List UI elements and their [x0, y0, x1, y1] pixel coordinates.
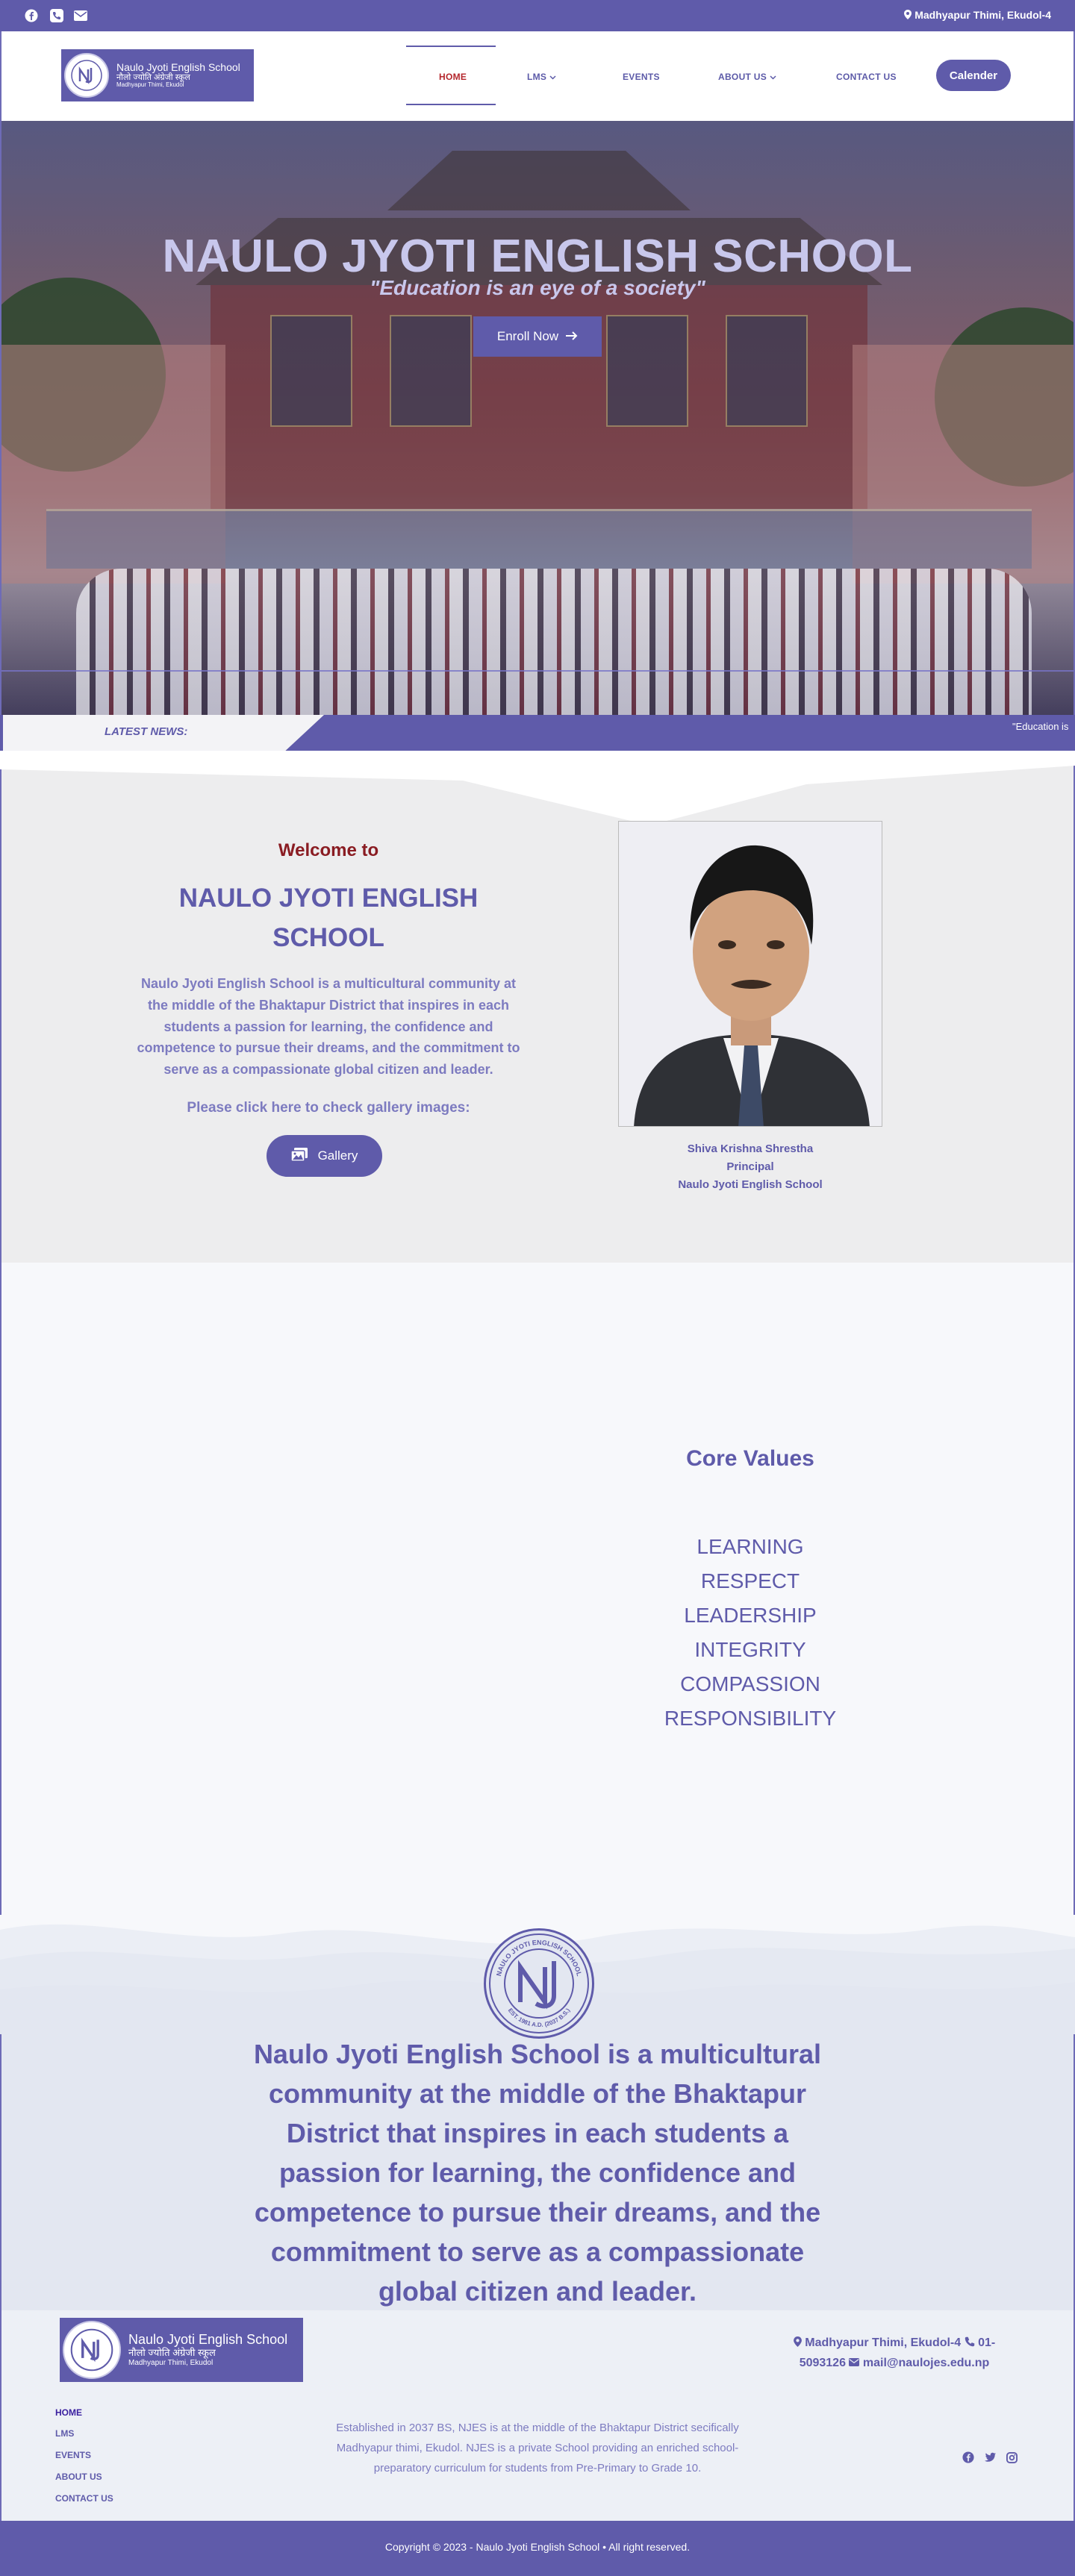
logo-name-np: नौलो ज्योति अंग्रेजी स्कूल	[128, 2347, 216, 2359]
footer-link-lms[interactable]: LMS	[55, 2428, 74, 2439]
school-seal-icon	[64, 53, 109, 98]
phone-icon[interactable]	[49, 8, 64, 23]
logo-location: Madhyapur Thimi, Ekudol	[128, 2358, 214, 2367]
hero-subtitle: "Education is an eye of a society"	[370, 276, 705, 299]
principal-photo	[618, 821, 882, 1127]
mail-icon	[849, 2357, 860, 2369]
core-value-item: RESPECT	[700, 1569, 800, 1592]
footer-address: Madhyapur Thimi, Ekudol-4	[805, 2336, 962, 2349]
nav-lms[interactable]: LMS	[527, 72, 556, 82]
principal-name: Shiva Krishna Shrestha	[687, 1142, 814, 1155]
welcome-description: Naulo Jyoti English School is a multicul…	[137, 976, 520, 1078]
footer-link-about-us[interactable]: ABOUT US	[55, 2472, 102, 2482]
footer-logo[interactable]: Naulo Jyoti English School नौलो ज्योति अ…	[60, 2318, 303, 2382]
instagram-icon[interactable]	[1005, 2451, 1018, 2464]
footer-email[interactable]: mail@naulojes.edu.np	[863, 2357, 989, 2369]
news-ticker[interactable]: "Education is	[1012, 721, 1068, 732]
core-value-item: COMPASSION	[680, 1672, 820, 1695]
mission-school-seal: NAULO JYOTI ENGLISH SCHOOL EST. 1981 A.D…	[484, 1928, 594, 2039]
images-icon	[290, 1147, 308, 1165]
hero-window	[390, 315, 472, 427]
logo-name-en: Naulo Jyoti English School	[128, 2332, 288, 2348]
nav-active-indicator	[406, 46, 496, 47]
gallery-button[interactable]: Gallery	[267, 1135, 382, 1177]
top-bar: Madhyapur Thimi, Ekudol-4	[0, 0, 1075, 31]
welcome-top-wave	[0, 751, 1075, 825]
footer-link-home[interactable]: HOME	[55, 2407, 82, 2418]
core-value-item: INTEGRITY	[694, 1638, 806, 1661]
header-logo[interactable]: Naulo Jyoti English School नौलो ज्योति अ…	[61, 49, 254, 101]
gallery-prompt: Please click here to check gallery image…	[187, 1100, 470, 1116]
hero-student-group	[76, 569, 1032, 715]
copyright-text: Copyright © 2023 - Naulo Jyoti English S…	[384, 2541, 691, 2553]
footer-link-contact-us[interactable]: CONTACT US	[55, 2493, 113, 2504]
topbar-address: Madhyapur Thimi, Ekudol-4	[904, 9, 1051, 21]
map-pin-icon	[904, 9, 914, 21]
hero-railing	[46, 509, 1032, 569]
news-label: LATEST NEWS:	[105, 725, 188, 738]
facebook-icon[interactable]	[24, 8, 39, 23]
hero-divider	[1, 670, 1074, 672]
hero-temple-roof-top	[387, 151, 691, 210]
nav-active-underline	[406, 104, 496, 105]
logo-location: Madhyapur Thimi, Ekudol	[116, 81, 184, 89]
core-value-item: LEADERSHIP	[684, 1604, 817, 1627]
hero-window	[270, 315, 352, 427]
core-values-section	[0, 1263, 1075, 1915]
phone-icon	[965, 2336, 975, 2349]
chevron-down-icon	[549, 72, 556, 82]
hero-title: NAULO JYOTI ENGLISH SCHOOL	[162, 231, 913, 282]
footer-link-events[interactable]: EVENTS	[55, 2450, 91, 2460]
core-value-item: RESPONSIBILITY	[664, 1707, 837, 1730]
arrow-right-icon	[566, 329, 578, 344]
enroll-now-button[interactable]: Enroll Now	[473, 316, 602, 357]
hero-window	[726, 315, 808, 427]
school-seal-icon	[63, 2321, 121, 2379]
footer-about-text: Established in 2037 BS, NJES is at the m…	[336, 2422, 739, 2475]
principal-role: Principal	[726, 1160, 774, 1173]
facebook-icon[interactable]	[962, 2451, 975, 2464]
principal-school: Naulo Jyoti English School	[678, 1178, 823, 1191]
nav-about-us[interactable]: ABOUT US	[718, 72, 776, 82]
chevron-down-icon	[770, 72, 776, 82]
mail-icon[interactable]	[73, 8, 88, 23]
core-values-title: Core Values	[686, 1446, 814, 1471]
nav-contact-us[interactable]: CONTACT US	[836, 72, 897, 82]
twitter-icon[interactable]	[984, 2451, 997, 2464]
core-value-item: LEARNING	[697, 1535, 804, 1558]
welcome-heading: Welcome to	[278, 840, 379, 860]
core-values-list: LEARNING RESPECT LEADERSHIP INTEGRITY CO…	[601, 1530, 900, 1736]
footer-contact: Madhyapur Thimi, Ekudol-4 01-5093126 mai…	[791, 2333, 997, 2373]
principal-caption: Shiva Krishna Shrestha Principal Naulo J…	[618, 1140, 882, 1194]
nav-events[interactable]: EVENTS	[623, 72, 660, 82]
mission-statement: Naulo Jyoti English School is a multicul…	[253, 2039, 822, 2307]
calendar-button[interactable]: Calender	[936, 60, 1011, 91]
nav-home[interactable]: HOME	[439, 72, 467, 82]
hero-banner	[0, 121, 1075, 715]
welcome-school-name: NAULO JYOTI ENGLISH SCHOOL	[178, 884, 479, 952]
hero-window	[606, 315, 688, 427]
map-pin-icon	[793, 2336, 802, 2349]
logo-name-en: Naulo Jyoti English School	[116, 60, 240, 73]
